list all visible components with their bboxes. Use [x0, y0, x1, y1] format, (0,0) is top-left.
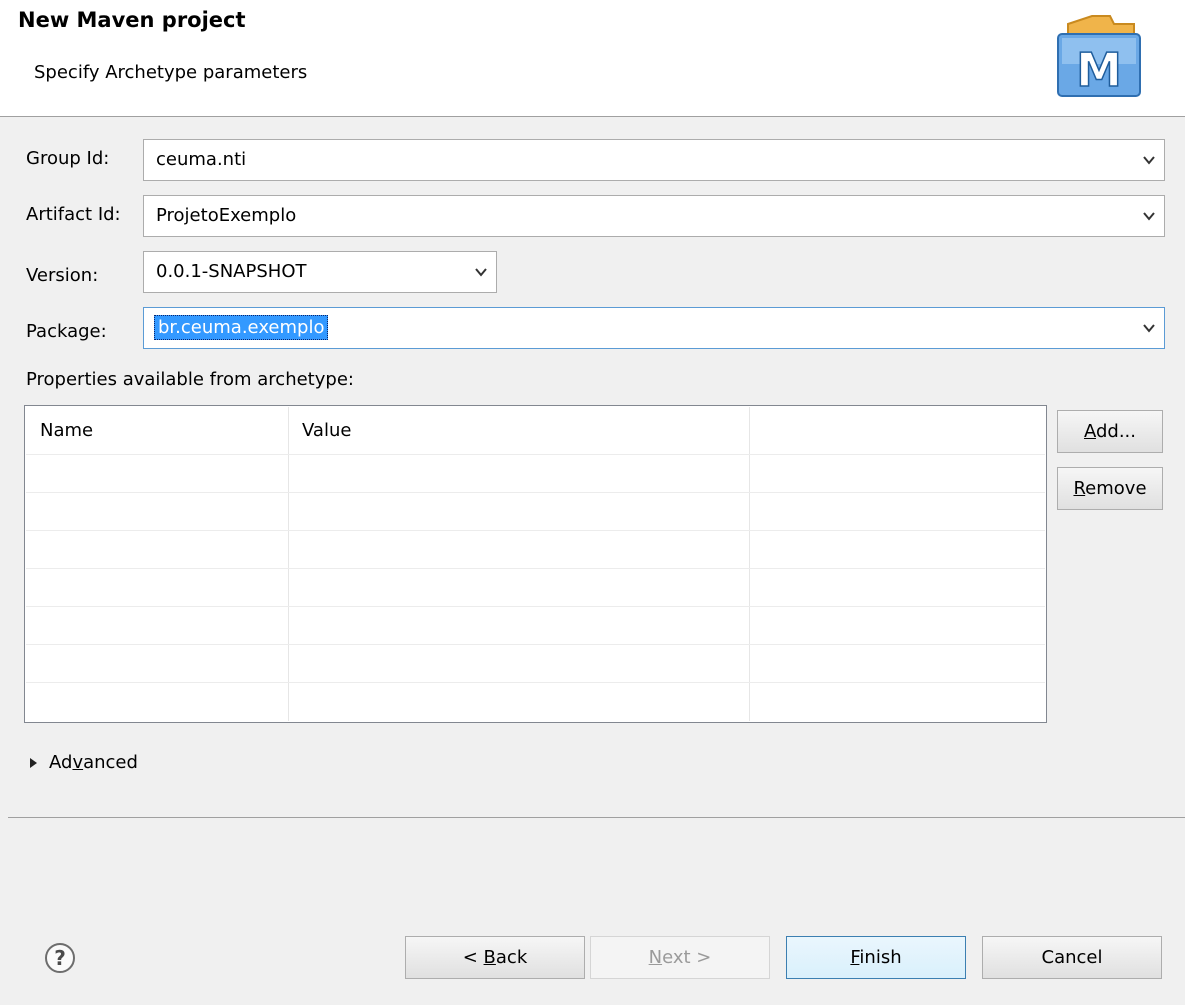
logo-letter: M: [1076, 43, 1122, 97]
version-label: Version:: [26, 265, 99, 286]
wizard-header: New Maven project Specify Archetype para…: [0, 0, 1185, 117]
column-header-name[interactable]: Name: [40, 420, 93, 441]
table-row: [26, 568, 1045, 569]
artifact-id-label: Artifact Id:: [26, 204, 121, 225]
chevron-down-icon[interactable]: [1142, 153, 1156, 167]
package-combo[interactable]: br.ceuma.exemplo: [143, 307, 1165, 349]
chevron-down-icon[interactable]: [474, 265, 488, 279]
group-id-label: Group Id:: [26, 148, 110, 169]
package-label: Package:: [26, 321, 107, 342]
artifact-id-value: ProjetoExemplo: [156, 205, 297, 226]
footer-separator: [8, 817, 1185, 818]
table-row: [26, 492, 1045, 493]
table-row: [26, 530, 1045, 531]
artifact-id-combo[interactable]: ProjetoExemplo: [143, 195, 1165, 237]
wizard-title: New Maven project: [18, 8, 246, 32]
add-button[interactable]: Add...: [1057, 410, 1163, 453]
table-row: [26, 682, 1045, 683]
wizard-subtitle: Specify Archetype parameters: [34, 62, 308, 83]
cancel-button[interactable]: Cancel: [982, 936, 1162, 979]
help-icon[interactable]: ?: [44, 942, 76, 974]
back-button[interactable]: < Back: [405, 936, 585, 979]
maven-logo-icon: M: [1057, 15, 1141, 98]
table-row: [26, 454, 1045, 455]
package-value[interactable]: br.ceuma.exemplo: [154, 315, 329, 340]
remove-button[interactable]: Remove: [1057, 467, 1163, 510]
group-id-combo[interactable]: ceuma.nti: [143, 139, 1165, 181]
chevron-down-icon[interactable]: [1142, 321, 1156, 335]
properties-table[interactable]: Name Value: [24, 405, 1047, 723]
column-header-value[interactable]: Value: [302, 420, 351, 441]
group-id-value: ceuma.nti: [156, 149, 247, 170]
table-row: [26, 606, 1045, 607]
version-combo[interactable]: 0.0.1-SNAPSHOT: [143, 251, 497, 293]
chevron-down-icon[interactable]: [1142, 209, 1156, 223]
table-row: [26, 644, 1045, 645]
advanced-toggle[interactable]: Advanced: [30, 752, 138, 773]
next-button[interactable]: Next >: [590, 936, 770, 979]
expand-triangle-icon[interactable]: [30, 758, 37, 768]
version-value: 0.0.1-SNAPSHOT: [156, 261, 307, 282]
finish-button[interactable]: Finish: [786, 936, 966, 979]
svg-text:?: ?: [54, 946, 66, 970]
properties-label: Properties available from archetype:: [26, 369, 354, 390]
